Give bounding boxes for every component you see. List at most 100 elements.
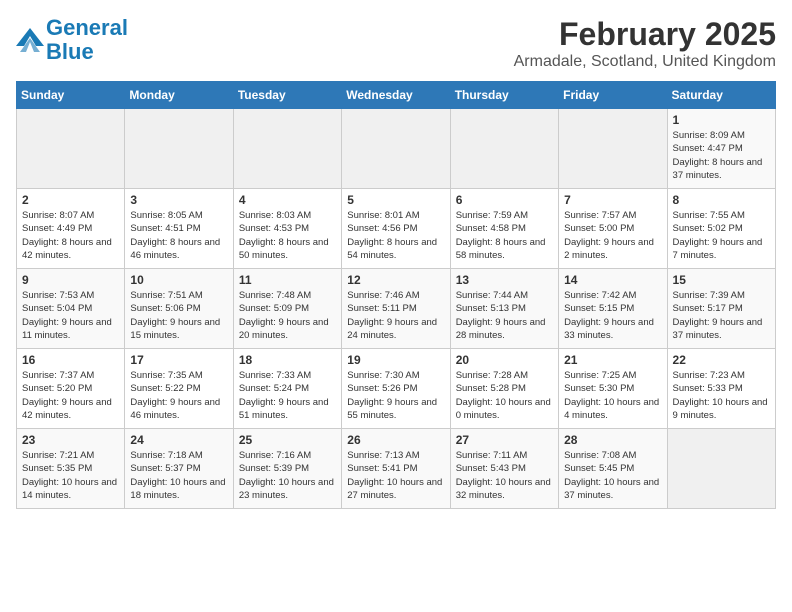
day-number: 6 xyxy=(456,193,553,207)
weekday-header-saturday: Saturday xyxy=(667,82,775,109)
title-area: February 2025 Armadale, Scotland, United… xyxy=(514,16,776,71)
calendar-cell: 4 Sunrise: 8:03 AMSunset: 4:53 PMDaylight… xyxy=(233,189,341,269)
day-number: 24 xyxy=(130,433,227,447)
day-number: 11 xyxy=(239,273,336,287)
calendar-cell: 1 Sunrise: 8:09 AMSunset: 4:47 PMDaylight… xyxy=(667,109,775,189)
day-info: Sunrise: 7:37 AMSunset: 5:20 PMDaylight:… xyxy=(22,369,119,422)
day-info: Sunrise: 7:35 AMSunset: 5:22 PMDaylight:… xyxy=(130,369,227,422)
calendar-cell: 15Sunrise: 7:39 AMSunset: 5:17 PMDayligh… xyxy=(667,269,775,349)
day-number: 23 xyxy=(22,433,119,447)
weekday-header-row: SundayMondayTuesdayWednesdayThursdayFrid… xyxy=(17,82,776,109)
day-info: Sunrise: 7:18 AMSunset: 5:37 PMDaylight:… xyxy=(130,449,227,502)
calendar-week-2: 2 Sunrise: 8:07 AMSunset: 4:49 PMDaylight… xyxy=(17,189,776,269)
calendar-cell: 12 Sunrise: 7:46 AMSunset: 5:11 PMDayligh… xyxy=(342,269,450,349)
calendar-cell: 10Sunrise: 7:51 AMSunset: 5:06 PMDayligh… xyxy=(125,269,233,349)
day-number: 2 xyxy=(22,193,119,207)
calendar-cell: 5Sunrise: 8:01 AMSunset: 4:56 PMDaylight… xyxy=(342,189,450,269)
calendar-cell xyxy=(342,109,450,189)
calendar-cell: 16 Sunrise: 7:37 AMSunset: 5:20 PMDayligh… xyxy=(17,349,125,429)
calendar-cell xyxy=(125,109,233,189)
calendar-cell: 26 Sunrise: 7:13 AMSunset: 5:41 PMDayligh… xyxy=(342,429,450,509)
day-number: 1 xyxy=(673,113,770,127)
day-info: Sunrise: 7:55 AMSunset: 5:02 PMDaylight:… xyxy=(673,209,770,262)
day-number: 16 xyxy=(22,353,119,367)
day-number: 12 xyxy=(347,273,444,287)
day-number: 8 xyxy=(673,193,770,207)
day-info: Sunrise: 7:28 AMSunset: 5:28 PMDaylight:… xyxy=(456,369,553,422)
header: General Blue February 2025 Armadale, Sco… xyxy=(16,16,776,71)
calendar-week-5: 23 Sunrise: 7:21 AMSunset: 5:35 PMDayligh… xyxy=(17,429,776,509)
day-info: Sunrise: 7:30 AMSunset: 5:26 PMDaylight:… xyxy=(347,369,444,422)
calendar-cell: 19 Sunrise: 7:30 AMSunset: 5:26 PMDayligh… xyxy=(342,349,450,429)
calendar-cell: 28 Sunrise: 7:08 AMSunset: 5:45 PMDayligh… xyxy=(559,429,667,509)
day-number: 28 xyxy=(564,433,661,447)
day-info: Sunrise: 7:23 AMSunset: 5:33 PMDaylight:… xyxy=(673,369,770,422)
calendar-cell xyxy=(450,109,558,189)
day-number: 21 xyxy=(564,353,661,367)
day-number: 4 xyxy=(239,193,336,207)
day-info: Sunrise: 7:11 AMSunset: 5:43 PMDaylight:… xyxy=(456,449,553,502)
weekday-header-friday: Friday xyxy=(559,82,667,109)
day-info: Sunrise: 7:13 AMSunset: 5:41 PMDaylight:… xyxy=(347,449,444,502)
day-number: 13 xyxy=(456,273,553,287)
calendar-cell: 25 Sunrise: 7:16 AMSunset: 5:39 PMDayligh… xyxy=(233,429,341,509)
calendar-cell xyxy=(233,109,341,189)
calendar-cell: 27Sunrise: 7:11 AMSunset: 5:43 PMDayligh… xyxy=(450,429,558,509)
day-number: 18 xyxy=(239,353,336,367)
day-info: Sunrise: 8:01 AMSunset: 4:56 PMDaylight:… xyxy=(347,209,444,262)
calendar-cell: 14 Sunrise: 7:42 AMSunset: 5:15 PMDayligh… xyxy=(559,269,667,349)
weekday-header-monday: Monday xyxy=(125,82,233,109)
day-number: 17 xyxy=(130,353,227,367)
day-number: 15 xyxy=(673,273,770,287)
calendar-cell: 7 Sunrise: 7:57 AMSunset: 5:00 PMDaylight… xyxy=(559,189,667,269)
weekday-header-wednesday: Wednesday xyxy=(342,82,450,109)
calendar-cell: 11 Sunrise: 7:48 AMSunset: 5:09 PMDayligh… xyxy=(233,269,341,349)
day-info: Sunrise: 7:33 AMSunset: 5:24 PMDaylight:… xyxy=(239,369,336,422)
day-info: Sunrise: 7:25 AMSunset: 5:30 PMDaylight:… xyxy=(564,369,661,422)
calendar-cell: 23 Sunrise: 7:21 AMSunset: 5:35 PMDayligh… xyxy=(17,429,125,509)
day-info: Sunrise: 7:57 AMSunset: 5:00 PMDaylight:… xyxy=(564,209,661,262)
day-info: Sunrise: 7:21 AMSunset: 5:35 PMDaylight:… xyxy=(22,449,119,502)
day-info: Sunrise: 7:16 AMSunset: 5:39 PMDaylight:… xyxy=(239,449,336,502)
day-info: Sunrise: 7:44 AMSunset: 5:13 PMDaylight:… xyxy=(456,289,553,342)
day-number: 10 xyxy=(130,273,227,287)
page-subtitle: Armadale, Scotland, United Kingdom xyxy=(514,53,776,71)
day-number: 9 xyxy=(22,273,119,287)
calendar-week-1: 1 Sunrise: 8:09 AMSunset: 4:47 PMDaylight… xyxy=(17,109,776,189)
calendar-cell xyxy=(667,429,775,509)
day-number: 14 xyxy=(564,273,661,287)
day-info: Sunrise: 7:08 AMSunset: 5:45 PMDaylight:… xyxy=(564,449,661,502)
day-info: Sunrise: 7:59 AMSunset: 4:58 PMDaylight:… xyxy=(456,209,553,262)
day-number: 7 xyxy=(564,193,661,207)
calendar-cell: 3Sunrise: 8:05 AMSunset: 4:51 PMDaylight… xyxy=(125,189,233,269)
day-number: 22 xyxy=(673,353,770,367)
day-info: Sunrise: 7:53 AMSunset: 5:04 PMDaylight:… xyxy=(22,289,119,342)
calendar-cell: 17 Sunrise: 7:35 AMSunset: 5:22 PMDayligh… xyxy=(125,349,233,429)
day-info: Sunrise: 8:09 AMSunset: 4:47 PMDaylight:… xyxy=(673,129,770,182)
day-number: 20 xyxy=(456,353,553,367)
calendar-table: SundayMondayTuesdayWednesdayThursdayFrid… xyxy=(16,81,776,509)
day-info: Sunrise: 8:07 AMSunset: 4:49 PMDaylight:… xyxy=(22,209,119,262)
day-number: 26 xyxy=(347,433,444,447)
calendar-cell: 20 Sunrise: 7:28 AMSunset: 5:28 PMDayligh… xyxy=(450,349,558,429)
day-info: Sunrise: 7:46 AMSunset: 5:11 PMDaylight:… xyxy=(347,289,444,342)
weekday-header-sunday: Sunday xyxy=(17,82,125,109)
day-number: 25 xyxy=(239,433,336,447)
day-info: Sunrise: 7:42 AMSunset: 5:15 PMDaylight:… xyxy=(564,289,661,342)
logo-text: General Blue xyxy=(46,16,128,64)
logo-icon xyxy=(16,28,44,52)
calendar-week-3: 9 Sunrise: 7:53 AMSunset: 5:04 PMDaylight… xyxy=(17,269,776,349)
calendar-week-4: 16 Sunrise: 7:37 AMSunset: 5:20 PMDayligh… xyxy=(17,349,776,429)
calendar-cell xyxy=(17,109,125,189)
calendar-cell: 18 Sunrise: 7:33 AMSunset: 5:24 PMDayligh… xyxy=(233,349,341,429)
calendar-cell: 9 Sunrise: 7:53 AMSunset: 5:04 PMDaylight… xyxy=(17,269,125,349)
calendar-cell xyxy=(559,109,667,189)
day-info: Sunrise: 7:48 AMSunset: 5:09 PMDaylight:… xyxy=(239,289,336,342)
day-info: Sunrise: 8:03 AMSunset: 4:53 PMDaylight:… xyxy=(239,209,336,262)
calendar-cell: 21 Sunrise: 7:25 AMSunset: 5:30 PMDayligh… xyxy=(559,349,667,429)
day-number: 3 xyxy=(130,193,227,207)
day-number: 19 xyxy=(347,353,444,367)
calendar-cell: 2 Sunrise: 8:07 AMSunset: 4:49 PMDaylight… xyxy=(17,189,125,269)
page-title: February 2025 xyxy=(514,16,776,53)
calendar-cell: 22 Sunrise: 7:23 AMSunset: 5:33 PMDayligh… xyxy=(667,349,775,429)
